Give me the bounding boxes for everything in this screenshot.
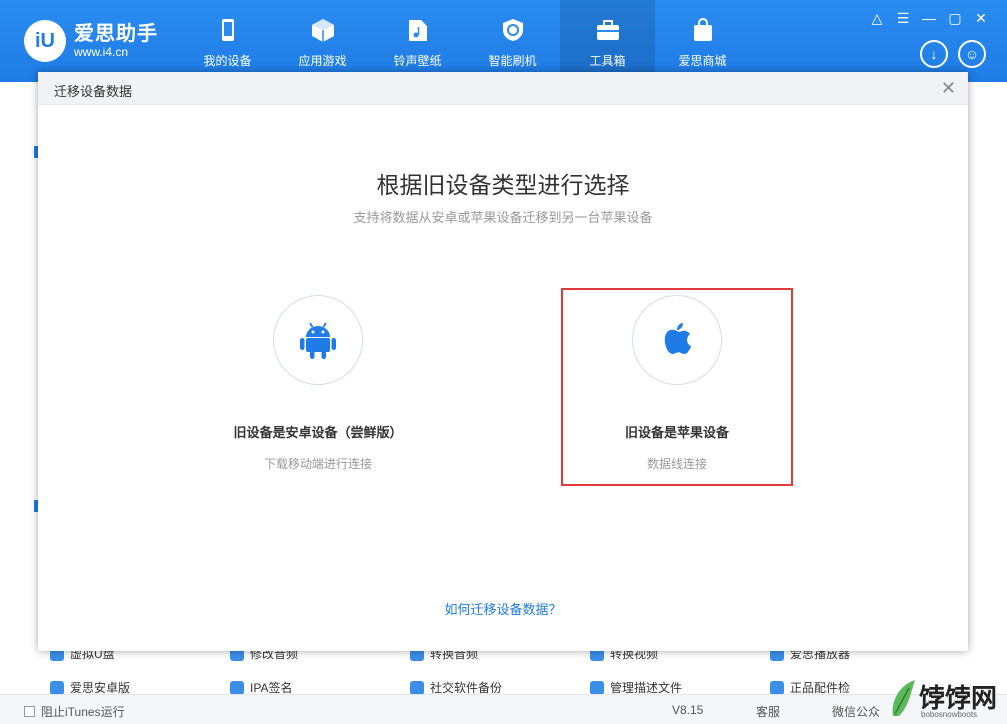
- option-title: 旧设备是安卓设备（尝鲜版）: [233, 425, 403, 440]
- app-url: www.i4.cn: [74, 45, 129, 59]
- user-icon[interactable]: ☺: [958, 40, 986, 68]
- music-file-icon: [404, 16, 432, 44]
- tool-icon: [230, 680, 244, 695]
- nav-label: 应用游戏: [298, 54, 347, 68]
- watermark: 饽饽网 bobosnowboots: [889, 674, 999, 724]
- version-label: V8.15: [672, 703, 704, 717]
- nav-label: 智能刷机: [488, 54, 537, 68]
- cube-icon: [309, 16, 337, 44]
- phone-icon: [214, 16, 242, 44]
- option-subtitle: 数据线连接: [646, 457, 707, 471]
- block-itunes-label: 阻止iTunes运行: [41, 705, 125, 719]
- toolbox-icon: [594, 16, 622, 44]
- android-icon: [273, 295, 363, 385]
- menu-icon[interactable]: ☰: [895, 10, 911, 27]
- nav-my-device[interactable]: 我的设备: [180, 0, 275, 82]
- migrate-data-dialog: 迁移设备数据 ✕ 根据旧设备类型进行选择 支持将数据从安卓或苹果设备迁移到另一台…: [38, 72, 968, 651]
- tool-icon: [770, 680, 784, 695]
- logo-mark-icon: iU: [24, 20, 66, 62]
- minimize-icon[interactable]: —: [921, 10, 937, 27]
- dialog-heading: 根据旧设备类型进行选择: [376, 172, 630, 198]
- wechat-link[interactable]: 微信公众: [832, 703, 880, 720]
- main-nav: 我的设备 应用游戏 铃声壁纸 智能刷机 工具箱 爱思商城: [180, 0, 750, 82]
- skin-icon[interactable]: △: [869, 10, 885, 27]
- service-link[interactable]: 客服: [756, 703, 780, 720]
- nav-toolbox[interactable]: 工具箱: [560, 0, 655, 82]
- nav-label: 铃声壁纸: [393, 54, 442, 68]
- shopping-bag-icon: [689, 16, 717, 44]
- option-title: 旧设备是苹果设备: [624, 425, 729, 440]
- tool-icon: [410, 680, 424, 695]
- apple-icon: [632, 295, 722, 385]
- dialog-close-icon[interactable]: ✕: [941, 78, 956, 99]
- tool-icon: [590, 680, 604, 695]
- top-bar: iU 爱思助手 www.i4.cn 我的设备 应用游戏 铃声壁纸 智能刷机 工具…: [0, 0, 1007, 82]
- option-apple-device[interactable]: 旧设备是苹果设备 数据线连接: [561, 288, 793, 486]
- refresh-shield-icon: [499, 16, 527, 44]
- window-controls: △ ☰ — ▢ ✕: [869, 10, 989, 27]
- nav-ringtones-wallpapers[interactable]: 铃声壁纸: [370, 0, 465, 82]
- nav-apps-games[interactable]: 应用游戏: [275, 0, 370, 82]
- nav-label: 我的设备: [203, 54, 252, 68]
- close-icon[interactable]: ✕: [973, 10, 989, 27]
- watermark-subtext: bobosnowboots: [921, 710, 978, 719]
- nav-store[interactable]: 爱思商城: [655, 0, 750, 82]
- tool-icon: [50, 680, 64, 695]
- block-itunes-toggle[interactable]: 阻止iTunes运行: [24, 703, 125, 720]
- option-android-device[interactable]: 旧设备是安卓设备（尝鲜版） 下载移动端进行连接: [203, 292, 433, 482]
- dialog-header: 迁移设备数据 ✕: [38, 72, 968, 105]
- nav-label: 爱思商城: [678, 54, 727, 68]
- nav-smart-flash[interactable]: 智能刷机: [465, 0, 560, 82]
- how-to-migrate-link[interactable]: 如何迁移设备数据？: [38, 599, 968, 618]
- nav-label: 工具箱: [589, 54, 626, 68]
- block-itunes-checkbox[interactable]: [24, 706, 35, 717]
- watermark-logo-icon: [892, 680, 915, 716]
- app-name: 爱思助手: [74, 23, 158, 45]
- maximize-icon[interactable]: ▢: [947, 10, 963, 27]
- dialog-title: 迁移设备数据: [54, 84, 133, 99]
- status-bar: 阻止iTunes运行 V8.15 客服 微信公众: [0, 694, 1007, 724]
- dialog-subheading: 支持将数据从安卓或苹果设备迁移到另一台苹果设备: [353, 210, 653, 225]
- option-subtitle: 下载移动端进行连接: [263, 457, 372, 471]
- app-logo[interactable]: iU 爱思助手 www.i4.cn: [24, 20, 158, 62]
- download-icon[interactable]: ↓: [920, 40, 948, 68]
